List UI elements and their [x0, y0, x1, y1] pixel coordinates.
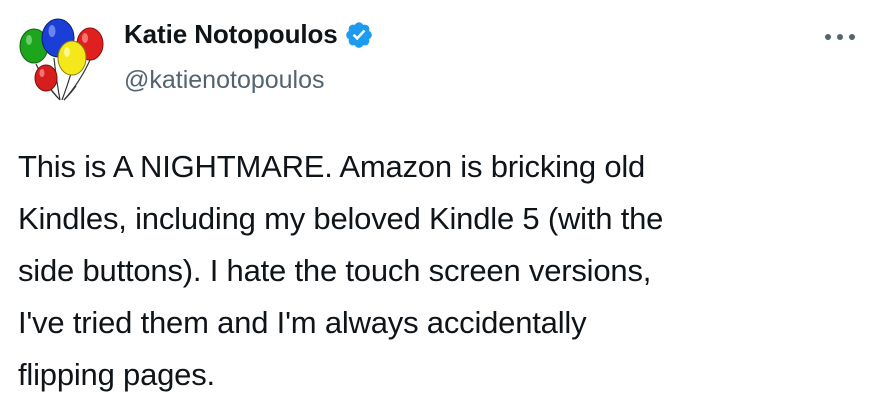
more-options-button[interactable] [818, 22, 862, 52]
author-handle[interactable]: @katienotopoulos [124, 66, 325, 95]
avatar[interactable] [14, 12, 110, 108]
verified-badge-icon [344, 20, 374, 50]
tweet-text-line: Kindles, including my beloved Kindle 5 (… [18, 201, 664, 236]
tweet-text-line: This is A NIGHTMARE. Amazon is bricking … [18, 149, 646, 184]
tweet-text-line: I've tried them and I'm always accidenta… [18, 305, 587, 340]
more-dots-icon [825, 34, 855, 40]
author-display-name[interactable]: Katie Notopoulos [124, 19, 338, 50]
tweet-text-line: flipping pages. [18, 357, 215, 392]
tweet-text: This is A NIGHTMARE. Amazon is bricking … [18, 141, 858, 401]
tweet-card: Katie Notopoulos @katienotopoulos This i… [0, 0, 880, 410]
author-name-row: Katie Notopoulos [124, 19, 374, 50]
balloons-icon [19, 18, 104, 101]
tweet-text-line: side buttons). I hate the touch screen v… [18, 253, 652, 288]
